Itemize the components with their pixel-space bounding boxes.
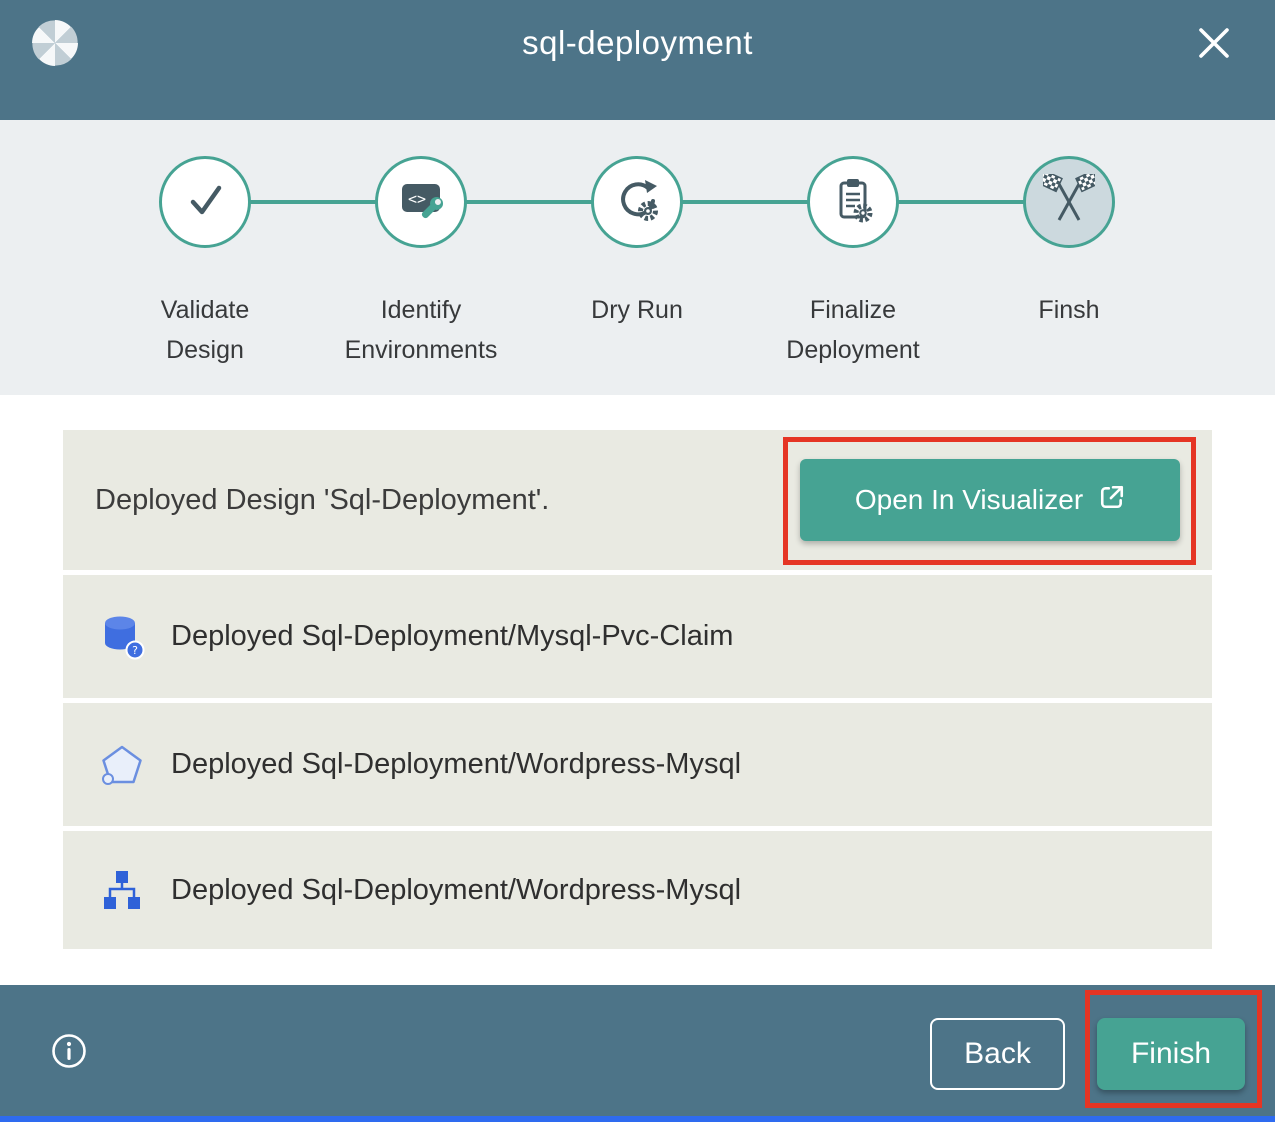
step-label-validate-design: Validate Design: [120, 290, 290, 370]
dialog-title: sql-deployment: [0, 0, 1275, 86]
back-button[interactable]: Back: [930, 1018, 1065, 1090]
deployed-item-row: Deployed Sql-Deployment/Wordpress-Mysql: [63, 703, 1212, 826]
dialog-header: sql-deployment: [0, 0, 1275, 120]
dry-run-sync-gear-icon: [612, 175, 662, 230]
info-icon[interactable]: [51, 1033, 87, 1069]
wordpress-app-pentagon-icon: [99, 742, 145, 788]
deployment-wizard-dialog: sql-deployment: [0, 0, 1275, 1122]
check-icon: [179, 174, 231, 231]
step-validate-design[interactable]: [159, 156, 251, 248]
step-dry-run[interactable]: [591, 156, 683, 248]
wizard-stepper: Validate Design <> Identify Environments: [0, 120, 1275, 395]
finish-button[interactable]: Finish: [1097, 1018, 1245, 1090]
finish-flags-icon: [1043, 174, 1095, 231]
mysql-database-icon: ?: [99, 614, 145, 660]
step-label-finalize-deployment: Finalize Deployment: [768, 290, 938, 370]
dialog-footer: [0, 985, 1275, 1116]
workload-hierarchy-icon: [99, 867, 145, 913]
deployed-item-row: Deployed Sql-Deployment/Wordpress-Mysql: [63, 831, 1212, 949]
step-identify-environments[interactable]: <>: [375, 156, 467, 248]
deployed-item-text: Deployed Sql-Deployment/Wordpress-Mysql: [171, 874, 741, 907]
step-label-dry-run: Dry Run: [552, 290, 722, 330]
open-in-visualizer-label: Open In Visualizer: [855, 484, 1083, 516]
deployed-item-text: Deployed Sql-Deployment/Mysql-Pvc-Claim: [171, 620, 733, 653]
step-label-finish: Finsh: [984, 290, 1154, 330]
svg-text:?: ?: [132, 644, 138, 657]
deployed-item-text: Deployed Sql-Deployment/Wordpress-Mysql: [171, 748, 741, 781]
external-link-icon: [1099, 484, 1125, 517]
summary-row: Deployed Design 'Sql-Deployment'. Open I…: [63, 430, 1212, 570]
svg-text:<>: <>: [408, 190, 426, 208]
code-wrench-icon: <>: [396, 175, 446, 230]
clipboard-gear-icon: [828, 175, 878, 230]
step-finish[interactable]: [1023, 156, 1115, 248]
step-finalize-deployment[interactable]: [807, 156, 899, 248]
step-label-identify-environments: Identify Environments: [336, 290, 506, 370]
meshery-logo-icon: [26, 14, 84, 72]
open-in-visualizer-button[interactable]: Open In Visualizer: [800, 459, 1180, 541]
deployed-item-row: ? Deployed Sql-Deployment/Mysql-Pvc-Clai…: [63, 575, 1212, 698]
close-icon[interactable]: [1195, 24, 1233, 62]
bottom-blue-strip: [0, 1116, 1275, 1122]
summary-text: Deployed Design 'Sql-Deployment'.: [95, 484, 549, 517]
deployment-results-list: Deployed Design 'Sql-Deployment'. Open I…: [63, 430, 1212, 949]
